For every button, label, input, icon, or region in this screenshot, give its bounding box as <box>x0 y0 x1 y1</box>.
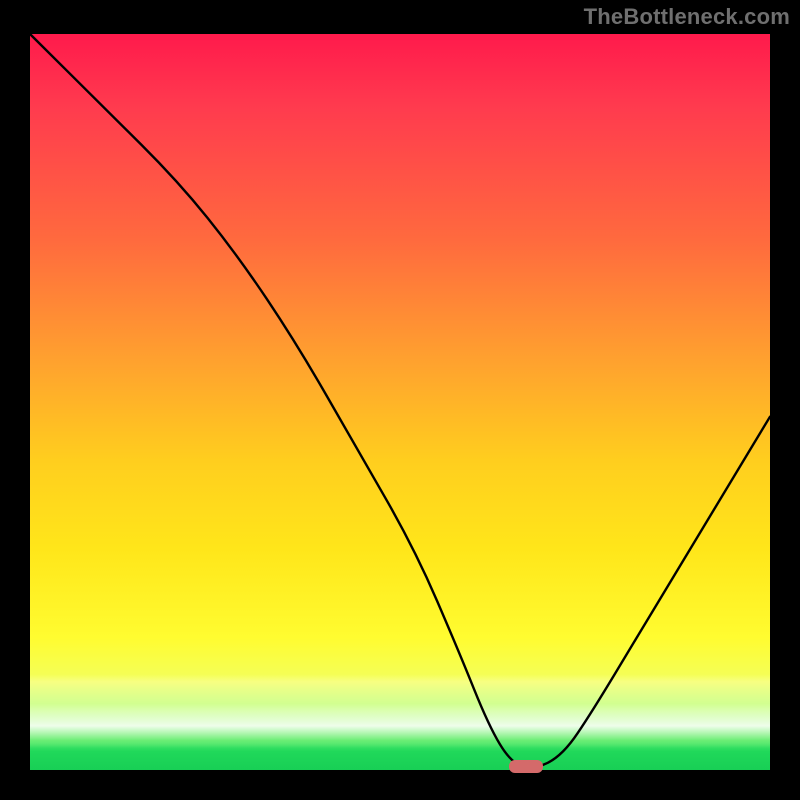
optimum-marker <box>509 760 543 773</box>
curve-line <box>30 34 770 770</box>
attribution-label: TheBottleneck.com <box>584 4 790 30</box>
chart-container: TheBottleneck.com <box>0 0 800 800</box>
plot-area <box>30 34 770 770</box>
